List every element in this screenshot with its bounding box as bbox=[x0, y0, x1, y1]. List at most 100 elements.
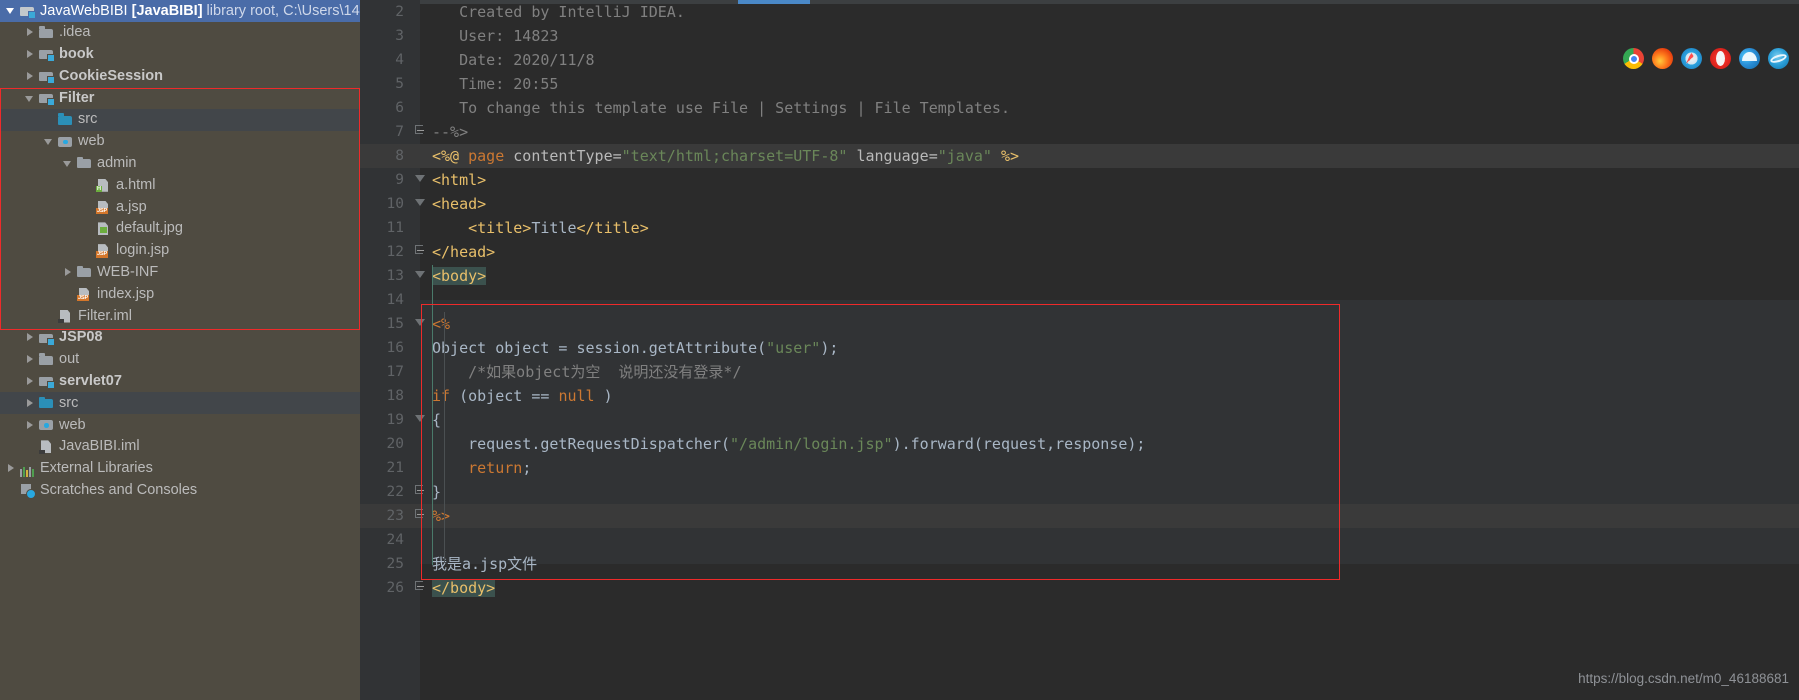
code-line-8[interactable]: 8 <%@ page contentType="text/html;charset… bbox=[360, 144, 1799, 168]
tree-row-out[interactable]: out bbox=[0, 349, 360, 371]
tree-row-jsp08[interactable]: JSP08 bbox=[0, 327, 360, 349]
tree-row-default-jpg[interactable]: default.jpg bbox=[0, 218, 360, 240]
code-line-25[interactable]: 25 我是a.jsp文件 bbox=[360, 552, 1799, 576]
fold-expanded-icon[interactable] bbox=[415, 197, 426, 208]
tree-row-servlet07[interactable]: servlet07 bbox=[0, 371, 360, 393]
fold-gutter-cell[interactable] bbox=[410, 312, 432, 336]
chevron-right-icon[interactable] bbox=[25, 354, 36, 365]
code-line-15[interactable]: 15 <% bbox=[360, 312, 1799, 336]
chevron-right-icon[interactable] bbox=[63, 267, 74, 278]
tree-row-external-libraries[interactable]: External Libraries bbox=[0, 458, 360, 480]
tree-row-src[interactable]: src bbox=[0, 108, 360, 131]
chevron-down-icon[interactable] bbox=[6, 5, 17, 16]
tree-row-cookiesession[interactable]: CookieSession bbox=[0, 65, 360, 87]
tree-row-a-jsp[interactable]: JSP a.jsp bbox=[0, 196, 360, 218]
opera-icon[interactable] bbox=[1710, 48, 1731, 69]
code-line-14[interactable]: 14 bbox=[360, 288, 1799, 312]
fold-expanded-icon[interactable] bbox=[415, 173, 426, 184]
fold-gutter-cell bbox=[410, 0, 432, 24]
code-line-18[interactable]: 18 if (object == null ) bbox=[360, 384, 1799, 408]
tree-row-javabibi-iml[interactable]: JavaBIBI.iml bbox=[0, 436, 360, 458]
code-line-13[interactable]: 13 <body> bbox=[360, 264, 1799, 288]
chevron-right-icon[interactable] bbox=[25, 376, 36, 387]
tree-row-web[interactable]: web bbox=[0, 414, 360, 436]
chevron-right-icon[interactable] bbox=[25, 71, 36, 82]
code-line-3[interactable]: 3 User: 14823 bbox=[360, 24, 1799, 48]
tree-row-idea[interactable]: .idea bbox=[0, 22, 360, 44]
tree-row-book[interactable]: book bbox=[0, 44, 360, 66]
code-line-4[interactable]: 4 Date: 2020/11/8 bbox=[360, 48, 1799, 72]
code-text: </body> bbox=[432, 576, 496, 600]
fold-expanded-icon[interactable] bbox=[415, 413, 426, 424]
code-line-11[interactable]: 11 <title>Title</title> bbox=[360, 216, 1799, 240]
code-line-12[interactable]: 12 </head> bbox=[360, 240, 1799, 264]
line-number: 19 bbox=[386, 412, 404, 428]
code-line-7[interactable]: 7 --%> bbox=[360, 120, 1799, 144]
fold-gutter-cell[interactable] bbox=[410, 120, 432, 144]
code-token: return bbox=[468, 459, 523, 477]
chevron-down-icon[interactable] bbox=[63, 158, 74, 169]
fold-gutter-cell[interactable] bbox=[410, 168, 432, 192]
tree-row-index-jsp[interactable]: JSP index.jsp bbox=[0, 283, 360, 305]
chevron-right-icon[interactable] bbox=[25, 49, 36, 60]
chevron-down-icon[interactable] bbox=[25, 93, 36, 104]
chevron-right-icon[interactable] bbox=[25, 398, 36, 409]
fold-gutter-cell[interactable] bbox=[410, 408, 432, 432]
tree-item-label: CookieSession bbox=[59, 67, 163, 84]
code-line-26[interactable]: 26 </body> bbox=[360, 576, 1799, 600]
code-text: --%> bbox=[432, 120, 468, 144]
code-lines-container[interactable]: 2 Created by IntelliJ IDEA. 3 User: 14823… bbox=[360, 0, 1799, 600]
tree-row-scratches-and-consoles[interactable]: Scratches and Consoles bbox=[0, 480, 360, 502]
tree-row-web[interactable]: web bbox=[0, 131, 360, 153]
tree-row-login-jsp[interactable]: JSP login.jsp bbox=[0, 240, 360, 262]
code-line-10[interactable]: 10 <head> bbox=[360, 192, 1799, 216]
fold-gutter-cell[interactable] bbox=[410, 192, 432, 216]
tree-row-web-inf[interactable]: WEB-INF bbox=[0, 262, 360, 284]
chevron-right-icon[interactable] bbox=[25, 420, 36, 431]
code-line-16[interactable]: 16 Object object = session.getAttribute("… bbox=[360, 336, 1799, 360]
fold-end-icon[interactable] bbox=[415, 485, 424, 494]
internet-explorer-icon[interactable] bbox=[1768, 48, 1789, 69]
tree-row-src[interactable]: src bbox=[0, 392, 360, 415]
code-text: <%@ page contentType="text/html;charset=… bbox=[432, 144, 1019, 168]
code-line-19[interactable]: 19 { bbox=[360, 408, 1799, 432]
fold-gutter-cell[interactable] bbox=[410, 480, 432, 504]
safari-icon[interactable] bbox=[1681, 48, 1702, 69]
fold-gutter-cell[interactable] bbox=[410, 240, 432, 264]
chevron-down-icon[interactable] bbox=[44, 136, 55, 147]
fold-gutter-cell[interactable] bbox=[410, 576, 432, 600]
code-token: --%> bbox=[432, 123, 469, 141]
fold-end-icon[interactable] bbox=[415, 581, 424, 590]
chrome-icon[interactable] bbox=[1623, 48, 1644, 69]
chevron-right-icon[interactable] bbox=[25, 27, 36, 38]
code-line-24[interactable]: 24 bbox=[360, 528, 1799, 552]
tree-row-filter-iml[interactable]: Filter.iml bbox=[0, 305, 360, 327]
code-line-23[interactable]: 23 %> bbox=[360, 504, 1799, 528]
fold-expanded-icon[interactable] bbox=[415, 317, 426, 328]
code-line-20[interactable]: 20 request.getRequestDispatcher("/admin/… bbox=[360, 432, 1799, 456]
code-line-22[interactable]: 22} bbox=[360, 480, 1799, 504]
chevron-right-icon[interactable] bbox=[6, 463, 17, 474]
tree-row-filter[interactable]: Filter bbox=[0, 87, 360, 109]
fold-gutter-cell[interactable] bbox=[410, 264, 432, 288]
chevron-right-icon[interactable] bbox=[25, 332, 36, 343]
tree-row-javawebbibi-javabibi-library-root-c-users-148[interactable]: JavaWebBIBI [JavaBIBI] library root, C:\… bbox=[0, 0, 360, 22]
code-line-2[interactable]: 2 Created by IntelliJ IDEA. bbox=[360, 0, 1799, 24]
tree-row-a-html[interactable]: Ha.html bbox=[0, 174, 360, 196]
code-editor[interactable]: 2 Created by IntelliJ IDEA. 3 User: 14823… bbox=[360, 0, 1799, 700]
fold-end-icon[interactable] bbox=[415, 125, 424, 134]
code-line-21[interactable]: 21 return; bbox=[360, 456, 1799, 480]
fold-gutter-cell[interactable] bbox=[410, 504, 432, 528]
fold-expanded-icon[interactable] bbox=[415, 269, 426, 280]
firefox-icon[interactable] bbox=[1652, 48, 1673, 69]
browser-launcher-popup[interactable] bbox=[1623, 48, 1789, 69]
code-line-9[interactable]: 9 <html> bbox=[360, 168, 1799, 192]
edge-icon[interactable] bbox=[1739, 48, 1760, 69]
fold-end-icon[interactable] bbox=[415, 509, 424, 518]
code-line-6[interactable]: 6 To change this template use File | Set… bbox=[360, 96, 1799, 120]
code-line-5[interactable]: 5 Time: 20:55 bbox=[360, 72, 1799, 96]
project-tool-window[interactable]: JavaWebBIBI [JavaBIBI] library root, C:\… bbox=[0, 0, 360, 700]
fold-end-icon[interactable] bbox=[415, 245, 424, 254]
tree-row-admin[interactable]: admin bbox=[0, 153, 360, 175]
code-line-17[interactable]: 17 /*如果object为空 说明还没有登录*/ bbox=[360, 360, 1799, 384]
